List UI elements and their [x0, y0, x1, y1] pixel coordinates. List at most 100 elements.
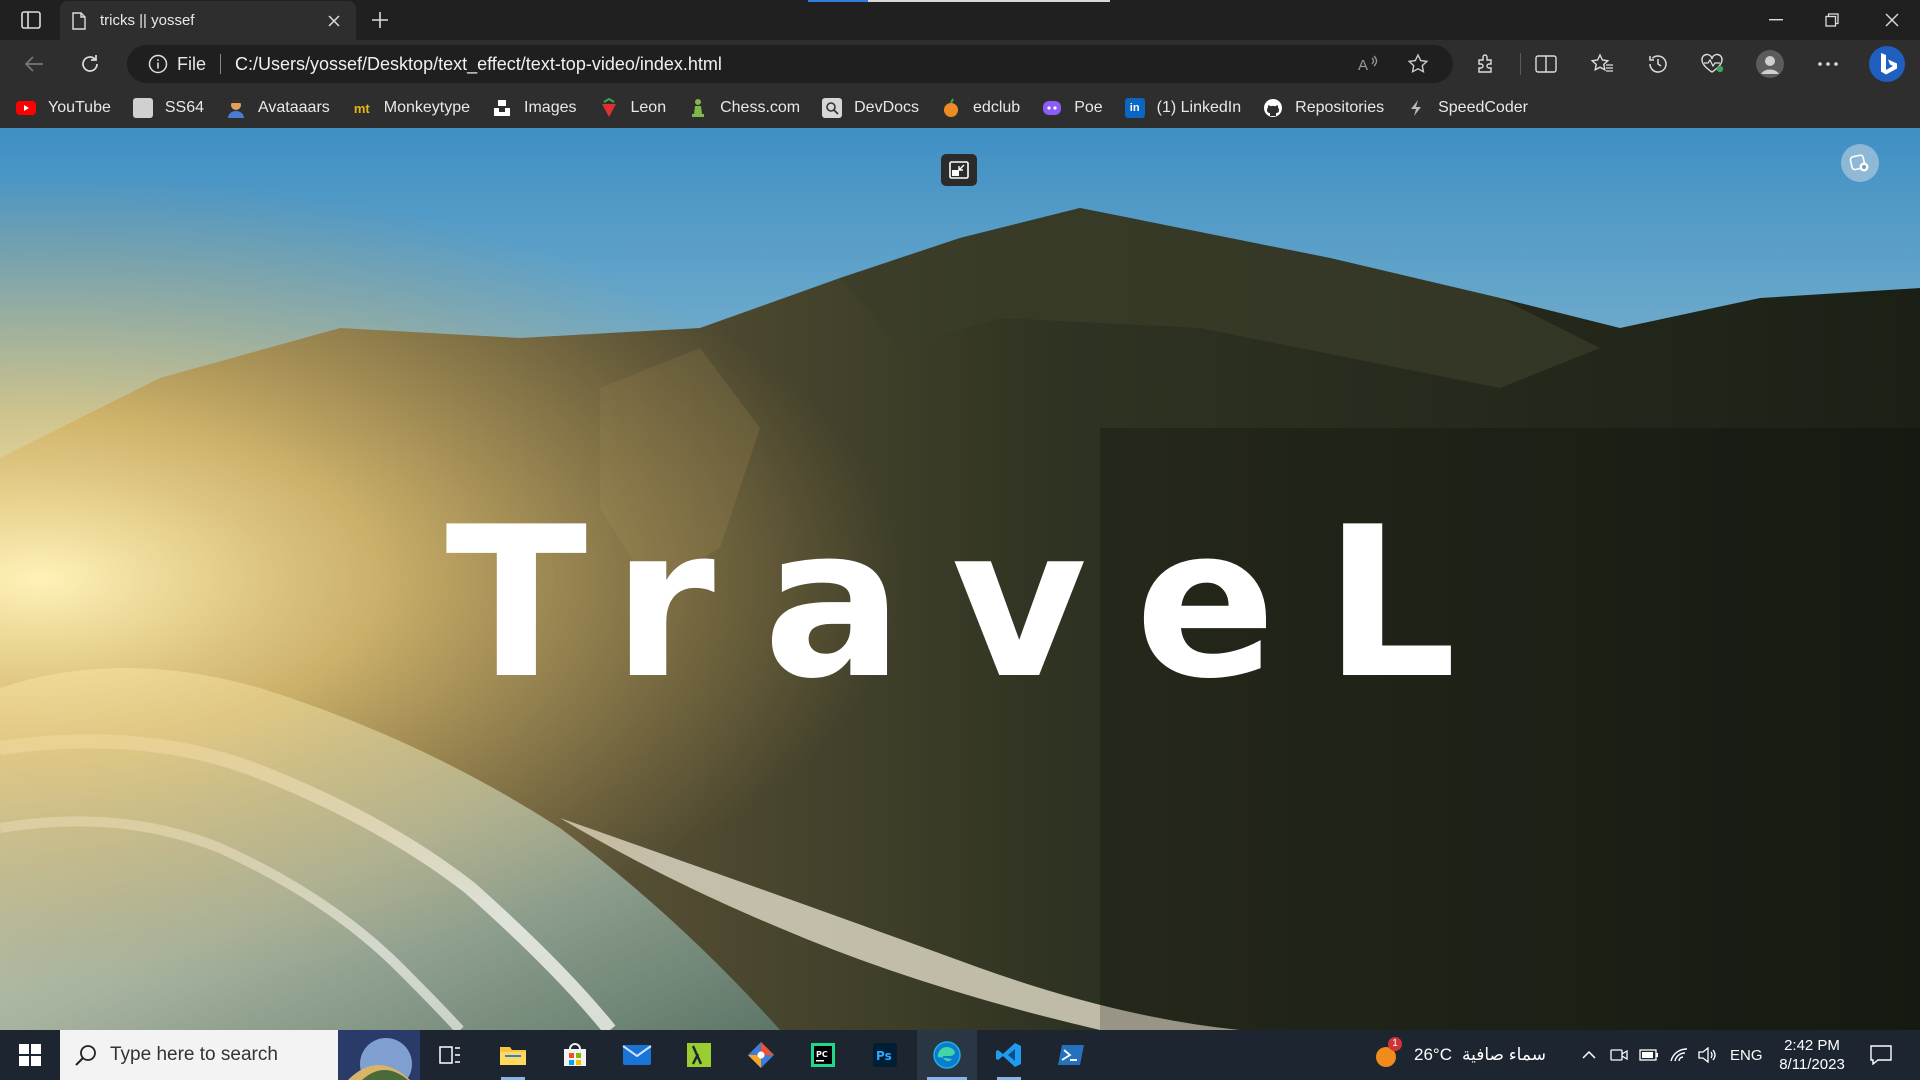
video-background: TraveL — [0, 128, 1920, 1030]
favorite-images[interactable]: Images — [492, 93, 577, 123]
edge-icon[interactable] — [917, 1030, 977, 1080]
favorite-poe[interactable]: Poe — [1042, 93, 1103, 123]
page-icon — [72, 11, 86, 30]
pycharm-icon[interactable]: PC — [793, 1030, 853, 1080]
speedcoder-icon — [1406, 98, 1426, 118]
chess-icon — [688, 98, 708, 118]
wifi-icon[interactable] — [1668, 1030, 1690, 1080]
favorite-monkeytype[interactable]: mt Monkeytype — [352, 93, 470, 123]
url-divider — [220, 54, 222, 74]
linkedin-icon: in — [1124, 98, 1145, 118]
volume-icon[interactable] — [1696, 1030, 1718, 1080]
microsoft-store-icon[interactable] — [545, 1030, 605, 1080]
new-tab-button[interactable] — [366, 7, 394, 33]
back-button[interactable] — [16, 47, 52, 81]
weather-sun-icon: 1 — [1372, 1037, 1404, 1070]
vscode-icon[interactable] — [979, 1030, 1039, 1080]
navigation-bar: File C:/Users/yossef/Desktop/text_effect… — [0, 40, 1920, 88]
unsplash-icon — [492, 98, 512, 118]
favorite-devdocs[interactable]: DevDocs — [822, 93, 919, 123]
ss64-icon — [132, 98, 153, 118]
edclub-icon — [941, 98, 961, 118]
task-view-icon[interactable] — [420, 1030, 480, 1080]
favorite-leon[interactable]: Leon — [599, 93, 667, 123]
refresh-button[interactable] — [72, 47, 108, 81]
profile-avatar-icon[interactable] — [1752, 47, 1788, 81]
favorite-label: DevDocs — [854, 99, 920, 116]
headline-text: TraveL — [445, 483, 1505, 725]
restore-button[interactable] — [1804, 0, 1860, 40]
favorite-chess[interactable]: Chess.com — [688, 93, 800, 123]
clock[interactable]: 2:42 PM 8/11/2023 — [1768, 1036, 1856, 1074]
show-hidden-icons-chevron-icon[interactable] — [1578, 1030, 1600, 1080]
loading-indicator — [808, 0, 1110, 2]
favorite-youtube[interactable]: YouTube — [16, 93, 111, 123]
search-highlight-image — [338, 1030, 420, 1080]
info-icon[interactable] — [147, 53, 169, 75]
tab-active[interactable]: tricks || yossef — [60, 1, 356, 40]
favorite-label: SS64 — [164, 99, 205, 116]
address-bar[interactable]: File C:/Users/yossef/Desktop/text_effect… — [127, 45, 1453, 83]
favorite-label: SpeedCoder — [1438, 99, 1528, 116]
weather-temp: 26°C — [1414, 1045, 1452, 1064]
favorite-label: (1) LinkedIn — [1156, 99, 1242, 116]
minimize-button[interactable] — [1748, 0, 1804, 40]
lambda-app-icon[interactable] — [669, 1030, 729, 1080]
favorite-edclub[interactable]: edclub — [941, 93, 1020, 123]
split-screen-icon[interactable] — [1528, 47, 1564, 81]
url-scheme: File — [177, 53, 207, 74]
read-aloud-icon[interactable]: A — [1353, 49, 1383, 79]
favorite-star-icon[interactable] — [1403, 49, 1433, 79]
youtube-icon — [16, 98, 36, 118]
file-explorer-icon[interactable] — [483, 1030, 543, 1080]
devdocs-icon — [822, 98, 843, 118]
battery-icon[interactable] — [1638, 1030, 1660, 1080]
favorite-label: Chess.com — [720, 99, 801, 116]
taskbar-search-box[interactable]: Type here to search — [60, 1030, 420, 1080]
toolbar-divider — [1520, 53, 1521, 75]
favorite-speedcoder[interactable]: SpeedCoder — [1406, 93, 1528, 123]
search-placeholder: Type here to search — [110, 1044, 278, 1065]
favorites-bar: YouTube SS64 Avataaars mt Monkeytype Ima… — [0, 88, 1920, 128]
avatar-icon — [226, 98, 246, 118]
extensions-icon[interactable] — [1468, 47, 1504, 81]
favorite-label: Leon — [630, 99, 667, 116]
favorite-label: Poe — [1074, 99, 1103, 116]
svg-text:PC: PC — [816, 1050, 828, 1059]
visual-search-icon[interactable] — [1841, 144, 1879, 182]
favorite-linkedin[interactable]: in (1) LinkedIn — [1124, 93, 1242, 123]
favorite-ss64[interactable]: SS64 — [132, 93, 205, 123]
weather-widget[interactable]: 1 26°C سماء صافية — [1372, 1030, 1546, 1080]
favorite-label: Repositories — [1295, 99, 1385, 116]
poe-icon — [1042, 98, 1062, 118]
bing-copilot-icon[interactable] — [1866, 46, 1908, 82]
git-client-icon[interactable] — [731, 1030, 791, 1080]
language-indicator[interactable]: ENG — [1730, 1030, 1763, 1080]
meet-now-icon[interactable] — [1608, 1030, 1630, 1080]
favorites-icon[interactable] — [1584, 47, 1620, 81]
close-tab-icon[interactable] — [324, 11, 344, 31]
picture-in-picture-icon[interactable] — [941, 154, 977, 186]
favorite-label: YouTube — [48, 99, 111, 116]
svg-text:Ps: Ps — [876, 1049, 892, 1063]
powershell-icon[interactable] — [1041, 1030, 1101, 1080]
mail-icon[interactable] — [607, 1030, 667, 1080]
tab-actions-icon[interactable] — [14, 6, 48, 34]
taskbar: Type here to search PC Ps 1 26°C سماء صا… — [0, 1030, 1920, 1080]
close-window-button[interactable] — [1864, 0, 1920, 40]
favorite-repositories[interactable]: Repositories — [1263, 93, 1384, 123]
github-icon — [1263, 98, 1283, 118]
favorite-avataaars[interactable]: Avataaars — [226, 93, 330, 123]
favorite-label: Images — [524, 99, 577, 116]
windows-start-button[interactable] — [0, 1030, 60, 1080]
clock-date: 8/11/2023 — [1779, 1056, 1845, 1073]
favorite-label: edclub — [973, 99, 1021, 116]
browser-essentials-icon[interactable] — [1694, 47, 1730, 81]
url-text[interactable]: C:/Users/yossef/Desktop/text_effect/text… — [235, 54, 1353, 75]
weather-description: سماء صافية — [1461, 1045, 1546, 1064]
history-icon[interactable] — [1640, 47, 1676, 81]
photoshop-icon[interactable]: Ps — [855, 1030, 915, 1080]
more-options-icon[interactable] — [1810, 47, 1846, 81]
tab-title: tricks || yossef — [100, 12, 195, 29]
notifications-icon[interactable] — [1866, 1030, 1896, 1080]
